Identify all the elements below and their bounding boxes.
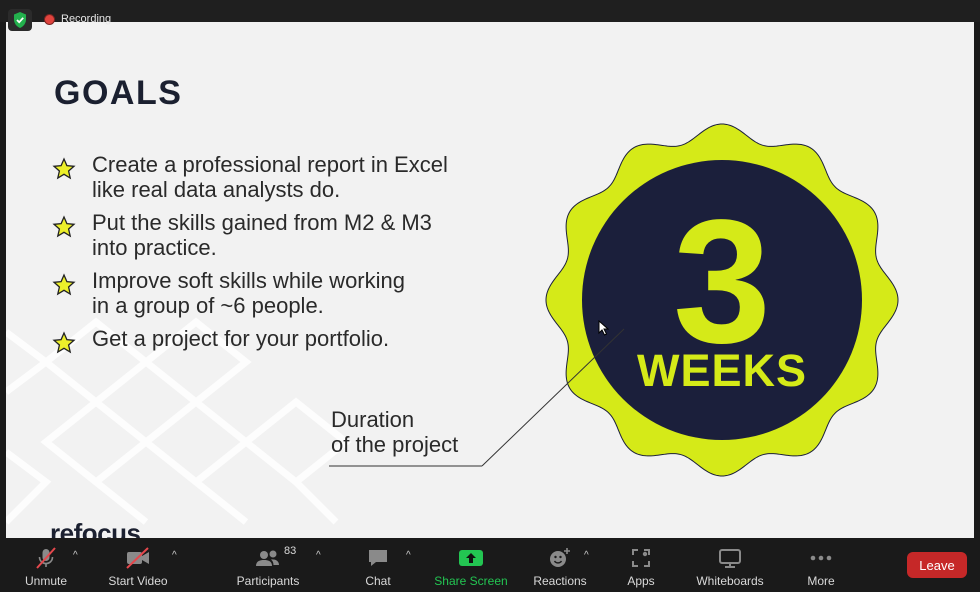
participants-label: Participants [236,574,300,588]
participants-options-caret-icon[interactable]: ^ [316,550,321,561]
leave-button[interactable]: Leave [907,552,967,578]
recording-label: Recording [61,13,112,25]
record-icon [44,13,55,25]
reactions-button[interactable]: Reactions [530,538,590,592]
badge-unit: WEEKS [636,345,807,396]
chat-icon [369,550,387,566]
muted-microphone-icon [36,547,56,569]
reactions-label: Reactions [533,574,587,588]
slide-title: GOALS [54,74,183,112]
start-video-label: Start Video [108,574,168,588]
mouse-cursor-icon [598,320,610,336]
badge-number: 3 [673,184,771,380]
share-screen-icon [459,550,483,566]
star-icon [52,331,76,354]
more-button[interactable]: More [800,538,842,592]
apps-label: Apps [627,574,655,588]
goal-item: Get a project for your portfolio. [52,326,448,355]
chat-options-caret-icon[interactable]: ^ [406,550,411,561]
goal-item: Create a professional report in Excel li… [52,152,448,202]
reactions-emoji-icon [550,548,570,567]
start-video-button[interactable]: Start Video [104,538,172,592]
goal-text: Put the skills gained from M2 & M3 into … [92,210,432,260]
goal-item: Improve soft skills while working in a g… [52,268,448,318]
whiteboard-icon [719,549,741,568]
unmute-button[interactable]: Unmute [20,538,72,592]
reactions-options-caret-icon[interactable]: ^ [584,550,589,561]
apps-icon [632,549,650,567]
more-label: More [807,574,835,588]
share-screen-label: Share Screen [434,574,508,588]
shared-slide: GOALS Create a professional report in Ex… [6,22,974,538]
participants-count: 83 [284,545,297,557]
refocus-logo: refocus [50,518,141,538]
goals-list: Create a professional report in Excel li… [52,152,448,363]
star-icon [52,215,76,238]
whiteboards-label: Whiteboards [696,574,764,588]
meeting-toolbar: Unmute ^ Start Video ^ Participants 83 ^… [0,538,980,592]
unmute-label: Unmute [24,574,68,588]
goal-text: Improve soft skills while working in a g… [92,268,405,318]
star-icon [52,273,76,296]
meeting-top-bar [0,0,980,22]
goal-text: Create a professional report in Excel li… [92,152,448,202]
video-off-icon [126,547,149,569]
more-dots-icon [810,555,832,561]
goal-text: Get a project for your portfolio. [92,326,390,351]
apps-button[interactable]: Apps [622,538,660,592]
share-screen-button[interactable]: Share Screen [432,538,510,592]
security-shield-icon[interactable] [8,9,32,31]
participants-icon [256,550,279,566]
recording-indicator[interactable]: Recording [44,10,111,28]
whiteboards-button[interactable]: Whiteboards [694,538,766,592]
chat-label: Chat [365,574,391,588]
star-icon [52,157,76,180]
goal-item: Put the skills gained from M2 & M3 into … [52,210,448,260]
audio-options-caret-icon[interactable]: ^ [73,550,78,561]
chat-button[interactable]: Chat [358,538,398,592]
video-options-caret-icon[interactable]: ^ [172,550,177,561]
duration-label: Duration of the project [331,407,459,457]
